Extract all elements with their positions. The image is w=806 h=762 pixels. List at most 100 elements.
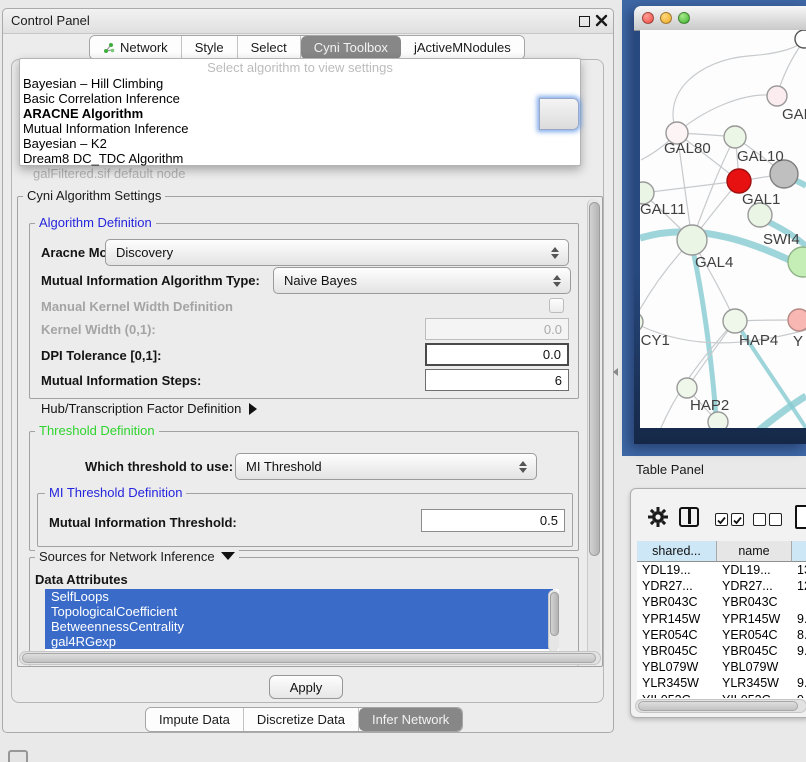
table-header-row: shared...name <box>637 541 806 562</box>
mi-threshold-field[interactable]: 0.5 <box>421 509 565 532</box>
table-cell[interactable]: YPR145W <box>717 611 792 627</box>
apply-button[interactable]: Apply <box>269 675 343 699</box>
tab-infer-network[interactable]: Infer Network <box>359 708 462 731</box>
table-cell[interactable]: YBR043C <box>717 594 792 610</box>
table-cell[interactable] <box>792 594 806 610</box>
close-traffic-light-icon[interactable] <box>642 12 654 24</box>
algorithm-option[interactable]: Bayesian – K2 <box>20 136 580 151</box>
network-node[interactable] <box>795 30 806 48</box>
table-cell[interactable]: 13 <box>792 562 806 578</box>
table-cell[interactable]: 9 <box>792 692 806 698</box>
algorithm-option[interactable]: Mutual Information Inference <box>20 121 580 136</box>
network-edge[interactable] <box>677 95 777 133</box>
manual-kernel-checkbox[interactable] <box>549 298 564 313</box>
network-node[interactable] <box>788 247 806 277</box>
data-attribute-item[interactable]: TopologicalCoefficient <box>45 604 553 619</box>
table-cell[interactable]: YDL19... <box>717 562 792 578</box>
tab-impute-data[interactable]: Impute Data <box>146 708 244 731</box>
which-threshold-combo[interactable]: MI Threshold <box>235 453 537 480</box>
network-edge[interactable] <box>643 181 739 193</box>
dpi-tolerance-field[interactable]: 0.0 <box>425 343 569 366</box>
network-node-gal10[interactable] <box>724 126 746 148</box>
gear-icon[interactable] <box>647 506 669 528</box>
node-label: GAL11 <box>640 201 686 218</box>
data-attribute-item[interactable]: SelfLoops <box>45 589 553 604</box>
column-header[interactable]: shared... <box>637 541 717 562</box>
settings-horizontal-scrollbar[interactable] <box>19 651 601 665</box>
minimize-traffic-light-icon[interactable] <box>660 12 672 24</box>
table-cell[interactable]: YLR345W <box>717 675 792 691</box>
node-label: GAL80 <box>664 140 711 157</box>
algorithm-option[interactable]: Dream8 DC_TDC Algorithm <box>20 151 580 166</box>
network-node-hap2[interactable] <box>677 378 697 398</box>
algorithm-option[interactable]: Bayesian – Hill Climbing <box>20 76 580 91</box>
table-cell[interactable]: YDR27... <box>717 578 792 594</box>
table-cell[interactable]: 12 <box>792 578 806 594</box>
tab-style[interactable]: Style <box>182 36 238 59</box>
network-node[interactable] <box>708 412 728 428</box>
table-panel-window: shared...name YDL19...YDL19...13YDR27...… <box>630 488 806 718</box>
table-cell[interactable]: YBR045C <box>637 643 717 659</box>
table-cell[interactable]: YBR043C <box>637 594 717 610</box>
tab-jactivemnodules[interactable]: jActiveMNodules <box>401 36 524 59</box>
table-cell[interactable]: YDL19... <box>637 562 717 578</box>
network-node-gal1[interactable] <box>727 169 751 193</box>
data-attribute-item[interactable]: gal4RGexp <box>45 634 553 649</box>
table-cell[interactable] <box>792 659 806 675</box>
data-attribute-item[interactable]: BetweennessCentrality <box>45 619 553 634</box>
hub-tf-expander[interactable]: Hub/Transcription Factor Definition <box>41 401 257 416</box>
column-header[interactable] <box>792 541 806 562</box>
mi-type-combo[interactable]: Naive Bayes <box>273 267 571 294</box>
network-node-hap4[interactable] <box>723 309 747 333</box>
table-cell[interactable]: YIL052C <box>717 692 792 698</box>
zoom-traffic-light-icon[interactable] <box>678 12 690 24</box>
select-all-icon[interactable] <box>715 511 747 526</box>
table-cell[interactable]: YBL079W <box>717 659 792 675</box>
table-cell[interactable]: YIL052C <box>637 692 717 698</box>
table-cell[interactable]: 8. <box>792 627 806 643</box>
tab-network[interactable]: Network <box>90 36 182 59</box>
network-node-gal[interactable] <box>767 86 787 106</box>
close-icon[interactable] <box>595 14 608 27</box>
tab-cyni-toolbox[interactable]: Cyni Toolbox <box>301 36 401 59</box>
stepper-icon <box>550 247 559 259</box>
table-cell[interactable]: YBR045C <box>717 643 792 659</box>
sources-expander[interactable]: Sources for Network Inference <box>35 550 239 564</box>
network-graph: GALGAL80GAL10GAL1GAL11SWI4GAL4GCY1HAP4YH… <box>640 30 806 428</box>
table-cell[interactable]: 9. <box>792 611 806 627</box>
table-cell[interactable]: YDR27... <box>637 578 717 594</box>
tab-select[interactable]: Select <box>238 36 301 59</box>
tab-discretize-data[interactable]: Discretize Data <box>244 708 359 731</box>
table-cell[interactable]: YBL079W <box>637 659 717 675</box>
column-header[interactable]: name <box>717 541 792 562</box>
node-label: HAP4 <box>739 332 778 349</box>
network-node-gcy1[interactable] <box>640 312 643 332</box>
split-columns-icon[interactable] <box>679 507 699 527</box>
network-node-gal4[interactable] <box>677 225 707 255</box>
table-cell[interactable]: 9. <box>792 643 806 659</box>
dock-panel-button[interactable] <box>8 750 28 762</box>
splitter-handle-icon[interactable] <box>613 368 618 376</box>
mi-steps-label: Mutual Information Steps: <box>41 373 201 388</box>
mi-steps-field[interactable]: 6 <box>425 369 569 391</box>
float-window-icon[interactable] <box>579 16 590 27</box>
network-node-y[interactable] <box>788 309 806 331</box>
table-cell[interactable]: YPR145W <box>637 611 717 627</box>
aracne-mode-combo[interactable]: Discovery <box>105 239 569 266</box>
table-cell[interactable]: YLR345W <box>637 675 717 691</box>
table-cell[interactable]: YER054C <box>717 627 792 643</box>
cyni-settings-title: Cyni Algorithm Settings <box>23 189 165 203</box>
deselect-all-icon[interactable] <box>753 511 785 526</box>
table-horizontal-scrollbar[interactable] <box>635 699 806 713</box>
table-cell[interactable]: YER054C <box>637 627 717 643</box>
network-edge[interactable] <box>757 396 806 428</box>
data-attributes-list[interactable]: SelfLoopsTopologicalCoefficientBetweenne… <box>45 589 559 653</box>
table-cell[interactable]: 9. <box>792 675 806 691</box>
add-column-icon[interactable] <box>795 505 806 529</box>
network-canvas[interactable]: GALGAL80GAL10GAL1GAL11SWI4GAL4GCY1HAP4YH… <box>640 30 806 428</box>
algorithm-combo-fragment[interactable] <box>539 98 579 130</box>
algorithm-option[interactable]: Basic Correlation Inference <box>20 91 580 106</box>
attribute-list-scrollbar[interactable] <box>548 590 559 652</box>
settings-vertical-scrollbar[interactable] <box>587 199 600 662</box>
algorithm-option[interactable]: ARACNE Algorithm <box>20 106 580 121</box>
